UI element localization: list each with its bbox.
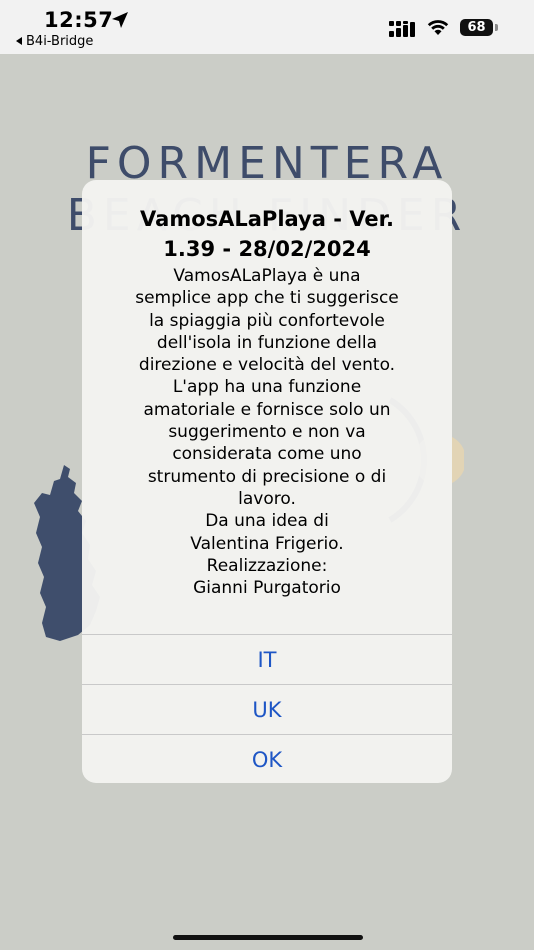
alert-message-line: direzione e velocità del vento. bbox=[138, 355, 396, 376]
alert-title-line: VamosALaPlaya - Ver. bbox=[140, 207, 394, 231]
battery-cap bbox=[495, 24, 498, 31]
language-it-button[interactable]: IT bbox=[82, 634, 452, 684]
alert-message-line: Realizzazione: bbox=[206, 555, 328, 576]
language-uk-button[interactable]: UK bbox=[82, 684, 452, 734]
alert-message-line: Gianni Purgatorio bbox=[193, 578, 341, 599]
alert-message-line: considerata come uno bbox=[172, 444, 362, 465]
alert-message: VamosALaPlaya è una semplice app che ti … bbox=[82, 265, 452, 599]
home-indicator[interactable] bbox=[173, 935, 363, 940]
alert-message-line: VamosALaPlaya è una bbox=[173, 266, 361, 286]
wifi-icon bbox=[427, 20, 449, 35]
signal-icon bbox=[389, 21, 415, 37]
alert-message-line: suggerimento e non va bbox=[168, 422, 366, 443]
status-time: 12:57 bbox=[44, 8, 114, 32]
back-to-app-link[interactable]: B4i-Bridge bbox=[16, 34, 93, 49]
alert-message-line: la spiaggia più confortevole bbox=[149, 310, 385, 331]
alert-message-line: amatoriale e fornisce solo un bbox=[143, 399, 391, 420]
alert-message-line: strumento di precisione o di bbox=[147, 466, 387, 487]
alert-message-line: Valentina Frigerio. bbox=[190, 533, 344, 554]
status-bar: 12:57 B4i-Bridge 68 bbox=[0, 0, 534, 54]
about-alert-dialog: VamosALaPlaya - Ver. 1.39 - 28/02/2024 V… bbox=[82, 180, 452, 783]
alert-message-line: dell'isola in funzione della bbox=[156, 332, 378, 353]
alert-title: VamosALaPlaya - Ver. 1.39 - 28/02/2024 bbox=[82, 204, 452, 264]
alert-title-line: 1.39 - 28/02/2024 bbox=[163, 237, 371, 261]
alert-message-line: lavoro. bbox=[238, 488, 296, 509]
location-arrow-icon bbox=[112, 12, 128, 28]
back-app-label: B4i-Bridge bbox=[26, 34, 94, 49]
ok-button[interactable]: OK bbox=[82, 734, 452, 783]
alert-message-line: semplice app che ti suggerisce bbox=[135, 288, 399, 309]
alert-message-line: L'app ha una funzione bbox=[172, 377, 362, 398]
battery-level: 68 bbox=[467, 20, 486, 35]
alert-message-line: Da una idea di bbox=[205, 511, 329, 532]
back-arrow-icon bbox=[16, 36, 22, 45]
battery-icon: 68 bbox=[460, 19, 493, 36]
